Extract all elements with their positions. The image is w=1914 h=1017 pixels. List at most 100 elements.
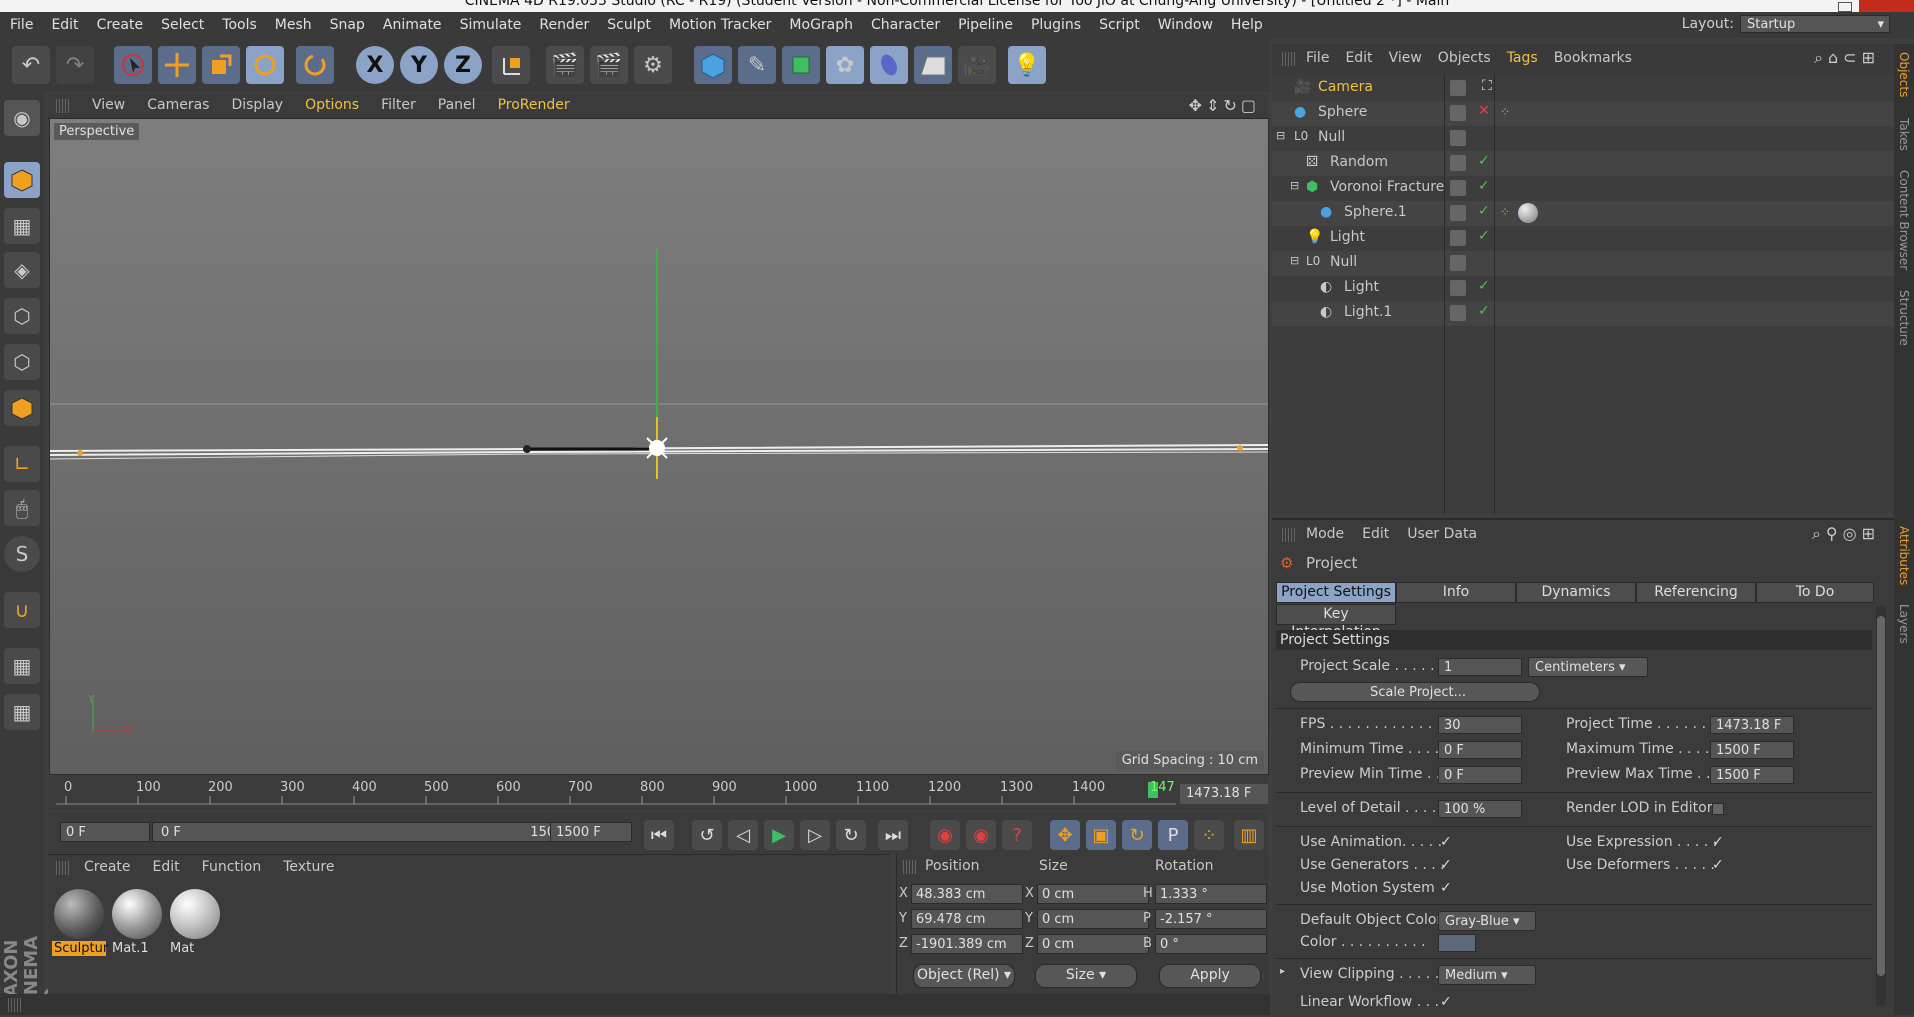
preview-range-slider[interactable]: 0 F 1500 F bbox=[152, 822, 588, 842]
use-expression-checkbox[interactable]: ✓ bbox=[1712, 834, 1724, 850]
rotation-key-icon[interactable]: ↻ bbox=[1122, 820, 1152, 850]
object-row[interactable]: ⚄ Random ✓ bbox=[1272, 151, 1894, 176]
position-y-field[interactable]: 69.478 cm bbox=[911, 909, 1023, 929]
om-nav-icons[interactable]: ⌕⌂⊂⊞ bbox=[1814, 48, 1880, 68]
material-swatch[interactable]: Mat bbox=[168, 887, 222, 959]
color-swatch[interactable] bbox=[1438, 934, 1476, 952]
collapse-icon[interactable]: ⊟ bbox=[1276, 129, 1285, 142]
current-frame-field[interactable]: 1473.18 F bbox=[1180, 784, 1268, 804]
menu-simulate[interactable]: Simulate bbox=[460, 17, 522, 33]
menu-character[interactable]: Character bbox=[871, 17, 940, 33]
keyframe-selection-icon[interactable]: ? bbox=[1002, 820, 1032, 850]
menu-script[interactable]: Script bbox=[1099, 17, 1140, 33]
size-y-field[interactable]: 0 cm bbox=[1037, 909, 1149, 929]
autokeying-icon[interactable]: ◉ bbox=[966, 820, 996, 850]
y-axis-icon[interactable]: Y bbox=[400, 46, 438, 84]
tab-takes[interactable]: Takes bbox=[1897, 118, 1911, 151]
level-of-detail-field[interactable]: 100 % bbox=[1438, 800, 1522, 818]
project-time-field[interactable]: 1473.18 F bbox=[1710, 716, 1794, 734]
deformer-icon[interactable] bbox=[870, 46, 908, 84]
use-deformers-checkbox[interactable]: ✓ bbox=[1712, 857, 1724, 873]
texture-mode-icon[interactable]: ▦ bbox=[4, 208, 40, 244]
visibility-toggle[interactable] bbox=[1450, 180, 1466, 196]
visibility-toggle[interactable] bbox=[1450, 230, 1466, 246]
enabled-check-icon[interactable]: ✓ bbox=[1478, 203, 1490, 219]
light-icon[interactable]: 💡 bbox=[1008, 46, 1046, 84]
vp-menu-options[interactable]: Options bbox=[305, 97, 359, 113]
mat-menu-create[interactable]: Create bbox=[84, 859, 131, 875]
cloner-icon[interactable]: ✿ bbox=[826, 46, 864, 84]
object-row[interactable]: ● Sphere ✕ ⁘ bbox=[1272, 101, 1894, 126]
vp-menu-panel[interactable]: Panel bbox=[438, 97, 476, 113]
object-row[interactable]: ⊟ L0 Null bbox=[1272, 251, 1894, 276]
disabled-cross-icon[interactable]: ✕ bbox=[1478, 103, 1490, 119]
om-menu-tags[interactable]: Tags bbox=[1507, 50, 1538, 66]
axis-mode-icon[interactable]: ∟ bbox=[4, 446, 40, 482]
position-x-field[interactable]: 48.383 cm bbox=[911, 884, 1023, 904]
om-menu-objects[interactable]: Objects bbox=[1438, 50, 1491, 66]
mat-menu-function[interactable]: Function bbox=[202, 859, 262, 875]
tab-project-settings[interactable]: Project Settings bbox=[1276, 582, 1396, 603]
visibility-toggle[interactable] bbox=[1450, 105, 1466, 121]
render-lod-checkbox[interactable] bbox=[1712, 803, 1724, 815]
position-z-field[interactable]: -1901.389 cm bbox=[911, 934, 1023, 954]
collapse-icon[interactable]: ⊟ bbox=[1290, 254, 1299, 267]
perspective-viewport[interactable]: Perspective Y X Grid Spacing : 10 cm bbox=[49, 118, 1269, 775]
world-coordinates-icon[interactable] bbox=[492, 46, 530, 84]
render-view-icon[interactable]: 🎬 bbox=[546, 46, 584, 84]
play-icon[interactable]: ▶ bbox=[764, 820, 794, 850]
maximum-time-field[interactable]: 1500 F bbox=[1710, 741, 1794, 759]
vp-menu-view[interactable]: View bbox=[92, 97, 125, 113]
tweak-mode-icon[interactable]: 🖱 bbox=[4, 490, 40, 526]
edges-mode-icon[interactable]: ⬡ bbox=[4, 344, 40, 380]
tab-layers[interactable]: Layers bbox=[1897, 604, 1911, 644]
size-x-field[interactable]: 0 cm bbox=[1037, 884, 1149, 904]
object-row[interactable]: 🎥 Camera ⛶ bbox=[1272, 76, 1894, 101]
visibility-toggle[interactable] bbox=[1450, 280, 1466, 296]
apply-button[interactable]: Apply bbox=[1159, 964, 1261, 988]
timeline[interactable]: 0 100 200 300 400 500 600 700 800 900 10… bbox=[48, 776, 1268, 810]
preview-max-time-field[interactable]: 1500 F bbox=[1710, 766, 1794, 784]
tab-attributes[interactable]: Attributes bbox=[1897, 526, 1911, 585]
default-object-color-dropdown[interactable]: Gray-Blue ▾ bbox=[1438, 911, 1536, 931]
object-row[interactable]: ● Sphere.1 ✓ ⁘ bbox=[1272, 201, 1894, 226]
coordinate-mode-dropdown[interactable]: Object (Rel) ▾ bbox=[913, 964, 1015, 988]
material-swatch[interactable]: Mat.1 bbox=[110, 887, 164, 959]
attr-nav-icons[interactable]: ⌕⚲◎⊞ bbox=[1812, 524, 1880, 544]
attr-menu-edit[interactable]: Edit bbox=[1362, 526, 1389, 542]
floor-icon[interactable] bbox=[914, 46, 952, 84]
rotation-p-field[interactable]: -2.157 ° bbox=[1155, 909, 1267, 929]
point-level-animation-icon[interactable]: ⁘ bbox=[1194, 820, 1224, 850]
live-selection-icon[interactable] bbox=[114, 46, 152, 84]
menu-sculpt[interactable]: Sculpt bbox=[607, 17, 651, 33]
linear-workflow-checkbox[interactable]: ✓ bbox=[1440, 994, 1452, 1010]
go-to-end-icon[interactable]: ⏭ bbox=[878, 820, 908, 850]
mat-menu-texture[interactable]: Texture bbox=[283, 859, 334, 875]
scrollbar-thumb[interactable] bbox=[1877, 616, 1885, 976]
preview-min-time-field[interactable]: 0 F bbox=[1438, 766, 1522, 784]
subdivision-icon[interactable] bbox=[782, 46, 820, 84]
x-axis-icon[interactable]: X bbox=[356, 46, 394, 84]
restore-button[interactable] bbox=[1838, 2, 1852, 12]
solo-icon[interactable]: S bbox=[4, 536, 40, 572]
object-row[interactable]: ◐ Light ✓ bbox=[1272, 276, 1894, 301]
attr-menu-user-data[interactable]: User Data bbox=[1407, 526, 1477, 542]
column-divider[interactable] bbox=[1494, 74, 1495, 514]
model-mode-icon[interactable] bbox=[4, 162, 40, 198]
menu-mograph[interactable]: MoGraph bbox=[789, 17, 853, 33]
enabled-check-icon[interactable]: ✓ bbox=[1478, 303, 1490, 319]
minimum-time-field[interactable]: 0 F bbox=[1438, 741, 1522, 759]
om-menu-edit[interactable]: Edit bbox=[1345, 50, 1372, 66]
expand-arrow-icon[interactable]: ▸ bbox=[1280, 966, 1285, 977]
menu-motion-tracker[interactable]: Motion Tracker bbox=[669, 17, 771, 33]
menu-pipeline[interactable]: Pipeline bbox=[958, 17, 1013, 33]
previous-key-icon[interactable]: ↺ bbox=[692, 820, 722, 850]
scrollbar[interactable] bbox=[1876, 606, 1886, 1006]
panel-grip-icon[interactable] bbox=[1282, 52, 1296, 66]
menu-help[interactable]: Help bbox=[1231, 17, 1263, 33]
mat-menu-edit[interactable]: Edit bbox=[153, 859, 180, 875]
tab-to-do[interactable]: To Do bbox=[1756, 582, 1874, 603]
size-mode-dropdown[interactable]: Size ▾ bbox=[1035, 964, 1137, 988]
panel-grip-icon[interactable] bbox=[903, 860, 917, 874]
size-z-field[interactable]: 0 cm bbox=[1037, 934, 1149, 954]
